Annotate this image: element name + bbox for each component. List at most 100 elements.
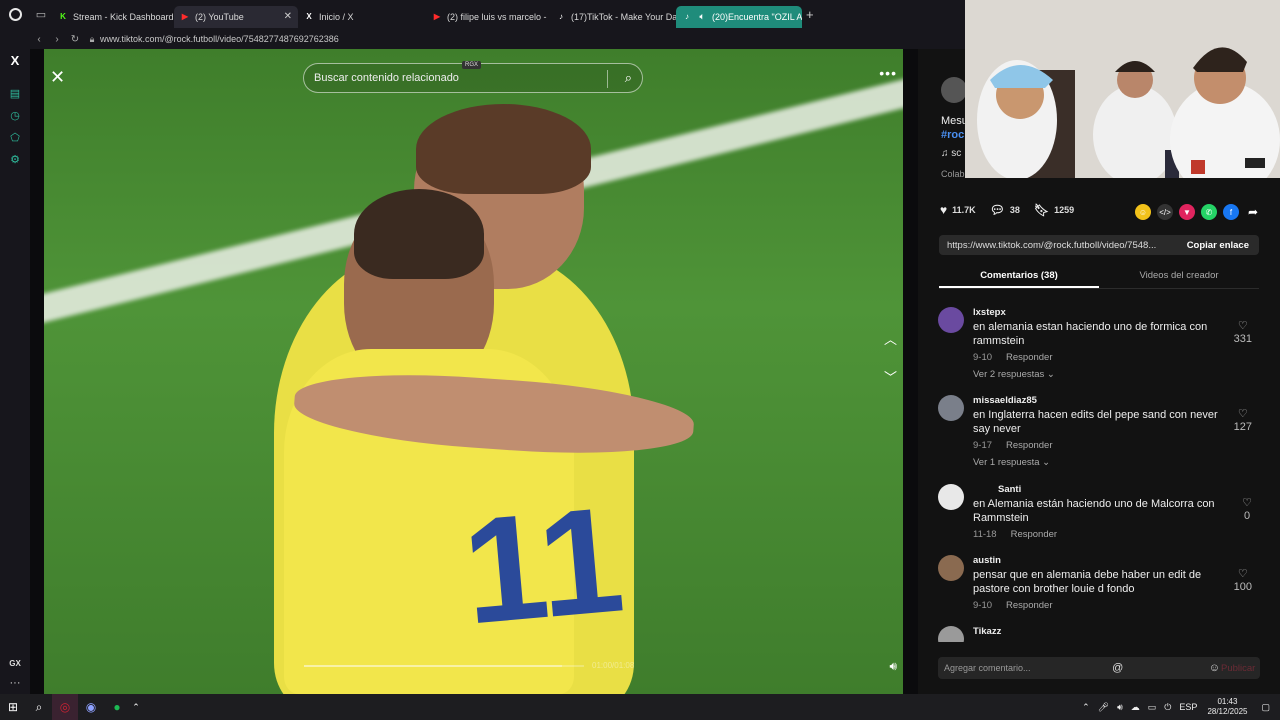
- gx-icon[interactable]: GX: [0, 659, 30, 668]
- more-options-icon[interactable]: •••: [879, 65, 897, 81]
- next-video-icon[interactable]: ﹀: [884, 367, 897, 386]
- opera-gx-taskbar-icon[interactable]: ◎: [52, 694, 78, 720]
- creator-avatar[interactable]: [941, 77, 967, 103]
- comment-user[interactable]: Santi: [998, 484, 1021, 495]
- rgx-badge: RGX: [462, 61, 482, 69]
- reply-button[interactable]: Responder: [1006, 440, 1052, 451]
- reply-button[interactable]: Responder: [1006, 600, 1052, 611]
- emoji-icon[interactable]: ☺: [1209, 662, 1220, 674]
- avatar[interactable]: [938, 395, 964, 421]
- close-video-icon[interactable]: ✕: [50, 67, 65, 88]
- back-icon[interactable]: ‹: [30, 34, 48, 45]
- tab-comments[interactable]: Comentarios (38): [939, 265, 1099, 288]
- shirt-number: 11: [456, 474, 630, 656]
- opera-menu-icon[interactable]: [0, 0, 30, 29]
- share-link[interactable]: https://www.tiktok.com/@rock.futboll/vid…: [947, 240, 1156, 251]
- language-indicator[interactable]: ESP: [1179, 702, 1197, 712]
- workspace-icon[interactable]: ▤: [0, 87, 30, 100]
- tab-youtube-2[interactable]: ▶ (2) filipe luis vs marcelo -: [426, 6, 550, 28]
- publish-button[interactable]: Publicar: [1221, 663, 1255, 674]
- view-replies-button[interactable]: Ver 1 respuesta ⌄: [973, 457, 1050, 468]
- send-icon[interactable]: ▼: [1179, 204, 1195, 220]
- avatar[interactable]: [938, 307, 964, 333]
- lock-icon[interactable]: 🔒︎: [84, 34, 100, 45]
- screen: ▭ K Stream - Kick Dashboard ▶ (2) YouTub…: [0, 0, 1280, 720]
- comment-icon: 💬︎: [989, 203, 1005, 217]
- mention-icon[interactable]: @: [1112, 662, 1123, 674]
- search-icon[interactable]: ⌕: [26, 694, 52, 720]
- overflow-icon[interactable]: ⌃: [130, 694, 142, 720]
- power-icon[interactable]: ⏻: [1164, 702, 1171, 713]
- discord-icon[interactable]: ◉: [78, 694, 104, 720]
- music-link[interactable]: ♫ sc: [941, 148, 961, 159]
- friends-share-icon[interactable]: ☺: [1135, 204, 1151, 220]
- reply-button[interactable]: Responder: [1011, 529, 1057, 540]
- progress-bar[interactable]: [304, 665, 584, 667]
- avatar[interactable]: [938, 484, 964, 510]
- volume-tray-icon[interactable]: 🔊︎: [1117, 702, 1123, 713]
- webcam-overlay: [965, 0, 1280, 178]
- comment-like-count: 331: [1233, 333, 1252, 345]
- clock-time: 01:43: [1217, 697, 1238, 706]
- clock[interactable]: 01:43 28/12/2025: [1207, 697, 1247, 717]
- comment-meta: 9-10 Responder: [973, 352, 1053, 363]
- spotify-icon[interactable]: ●: [104, 694, 130, 720]
- tab-label: (2) YouTube: [195, 11, 244, 22]
- taskbar: ⊞ ⌕ ◎ ◉ ● ⌃ ⌃ 🎤︎ 🔊︎ ☁ ▭ ⏻ ESP 01:43 28/1…: [0, 694, 1280, 720]
- comment-user[interactable]: missaeldiaz85: [973, 395, 1037, 406]
- comment-like-button[interactable]: ♡ 127: [1234, 407, 1252, 433]
- whatsapp-icon[interactable]: ✆: [1201, 204, 1217, 220]
- volume-icon[interactable]: 🔊︎: [889, 659, 897, 674]
- reload-icon[interactable]: ↻: [66, 34, 84, 45]
- comment-button[interactable]: 💬︎ 38: [990, 203, 1020, 217]
- forward-icon[interactable]: ›: [48, 34, 66, 45]
- progress-fill: [304, 665, 562, 667]
- history-icon[interactable]: ◷: [0, 109, 30, 122]
- settings-icon[interactable]: ⚙: [0, 153, 30, 166]
- close-tab-icon[interactable]: ✕: [278, 11, 292, 22]
- tab-tiktok[interactable]: ♪ (17)TikTok - Make Your Da: [550, 6, 676, 28]
- tab-creator-videos[interactable]: Videos del creador: [1099, 265, 1259, 288]
- windows-start-icon[interactable]: ⊞: [0, 694, 26, 720]
- comment-user[interactable]: lxstepx: [973, 307, 1006, 318]
- comment-like-button[interactable]: ♡ 100: [1234, 567, 1252, 593]
- comment-user[interactable]: austin: [973, 555, 1001, 566]
- microphone-icon[interactable]: 🎤︎: [1098, 702, 1109, 713]
- reply-button[interactable]: Responder: [1006, 352, 1052, 363]
- new-tab-icon[interactable]: +: [806, 7, 814, 22]
- tab-kick[interactable]: K Stream - Kick Dashboard: [52, 6, 174, 28]
- like-button[interactable]: ♥ 11.7K: [940, 203, 976, 217]
- embed-icon[interactable]: </>: [1157, 204, 1173, 220]
- tab-youtube[interactable]: ▶ (2) YouTube ✕: [174, 5, 298, 28]
- more-icon[interactable]: ···: [0, 677, 30, 689]
- action-bar: ♥ 11.7K 💬︎ 38 🔖︎ 1259: [940, 203, 1088, 217]
- tray-expand-icon[interactable]: ⌃: [1082, 702, 1090, 713]
- copy-link-button[interactable]: Copiar enlace: [1187, 240, 1249, 251]
- comment-like-button[interactable]: ♡ 0: [1242, 496, 1252, 522]
- share-icon[interactable]: ➦: [1245, 204, 1261, 220]
- add-comment-input[interactable]: Agregar comentario... @ ☺: [938, 657, 1260, 679]
- hashtag-link[interactable]: #roc: [941, 129, 964, 141]
- avatar[interactable]: [938, 626, 964, 642]
- notifications-icon[interactable]: ▢: [1261, 702, 1270, 713]
- previous-video-icon[interactable]: ︿: [884, 329, 897, 348]
- video-player[interactable]: 11 ✕ Buscar contenido relacionado ⌕ RGX …: [44, 49, 903, 694]
- tab-x[interactable]: X Inicio / X: [298, 6, 426, 28]
- extensions-icon[interactable]: ⬠: [0, 131, 30, 144]
- x-sidebar-icon[interactable]: X: [0, 53, 30, 68]
- heart-outline-icon: ♡: [1242, 497, 1252, 509]
- view-replies-button[interactable]: Ver 2 respuestas ⌄: [973, 369, 1055, 380]
- share-link-box: https://www.tiktok.com/@rock.futboll/vid…: [939, 235, 1259, 255]
- save-count: 1259: [1054, 205, 1075, 215]
- tab-tiktok-active[interactable]: ♪ 🔈︎ (20)Encuentra "OZIL A: [676, 5, 802, 28]
- network-icon[interactable]: ▭: [1148, 702, 1157, 713]
- comment-user[interactable]: Tikazz: [973, 626, 1001, 637]
- comment-like-button[interactable]: ♡ 331: [1234, 319, 1252, 345]
- avatar[interactable]: [938, 555, 964, 581]
- facebook-icon[interactable]: f: [1223, 204, 1239, 220]
- cloud-icon[interactable]: ☁: [1131, 702, 1140, 713]
- save-button[interactable]: 🔖︎ 1259: [1034, 203, 1074, 217]
- search-icon[interactable]: ⌕: [625, 70, 632, 86]
- url-field[interactable]: www.tiktok.com/@rock.futboll/video/75482…: [100, 34, 339, 44]
- tab-overview-icon[interactable]: ▭: [30, 0, 52, 29]
